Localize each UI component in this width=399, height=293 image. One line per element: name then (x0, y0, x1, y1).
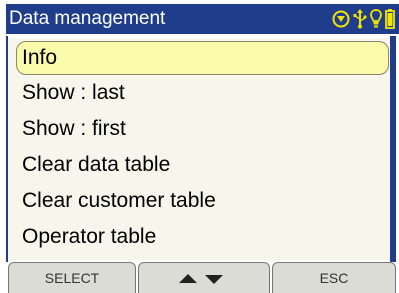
select-button[interactable]: SELECT (8, 262, 136, 293)
navigate-button[interactable] (138, 262, 270, 293)
menu-item-show-first[interactable]: Show : first (22, 112, 382, 146)
menu-item-clear-data-table[interactable]: Clear data table (22, 148, 382, 182)
up-arrow-icon (179, 274, 197, 283)
menu-item-show-last[interactable]: Show : last (22, 76, 382, 110)
softkey-bar: SELECT ESC (8, 262, 396, 293)
esc-button[interactable]: ESC (272, 262, 396, 293)
usb-icon (353, 9, 367, 29)
battery-icon (385, 9, 395, 29)
page-title: Data management (9, 8, 166, 29)
device-screen: Data management Info Show: last Show: … (0, 0, 399, 293)
menu-item-clear-customer-table[interactable]: Clear customer table (22, 184, 382, 218)
title-bar: Data management (6, 4, 399, 34)
menu-item-operator-table[interactable]: Operator table (22, 220, 382, 254)
menu-item-info[interactable]: Info (16, 41, 389, 75)
scrollbar[interactable] (390, 36, 396, 262)
down-arrow-icon (205, 275, 223, 284)
status-icons (332, 8, 395, 30)
menu-list: Info Show : last Show : first Clear data… (8, 38, 390, 260)
bulb-icon (370, 9, 382, 29)
target-icon (332, 10, 350, 28)
